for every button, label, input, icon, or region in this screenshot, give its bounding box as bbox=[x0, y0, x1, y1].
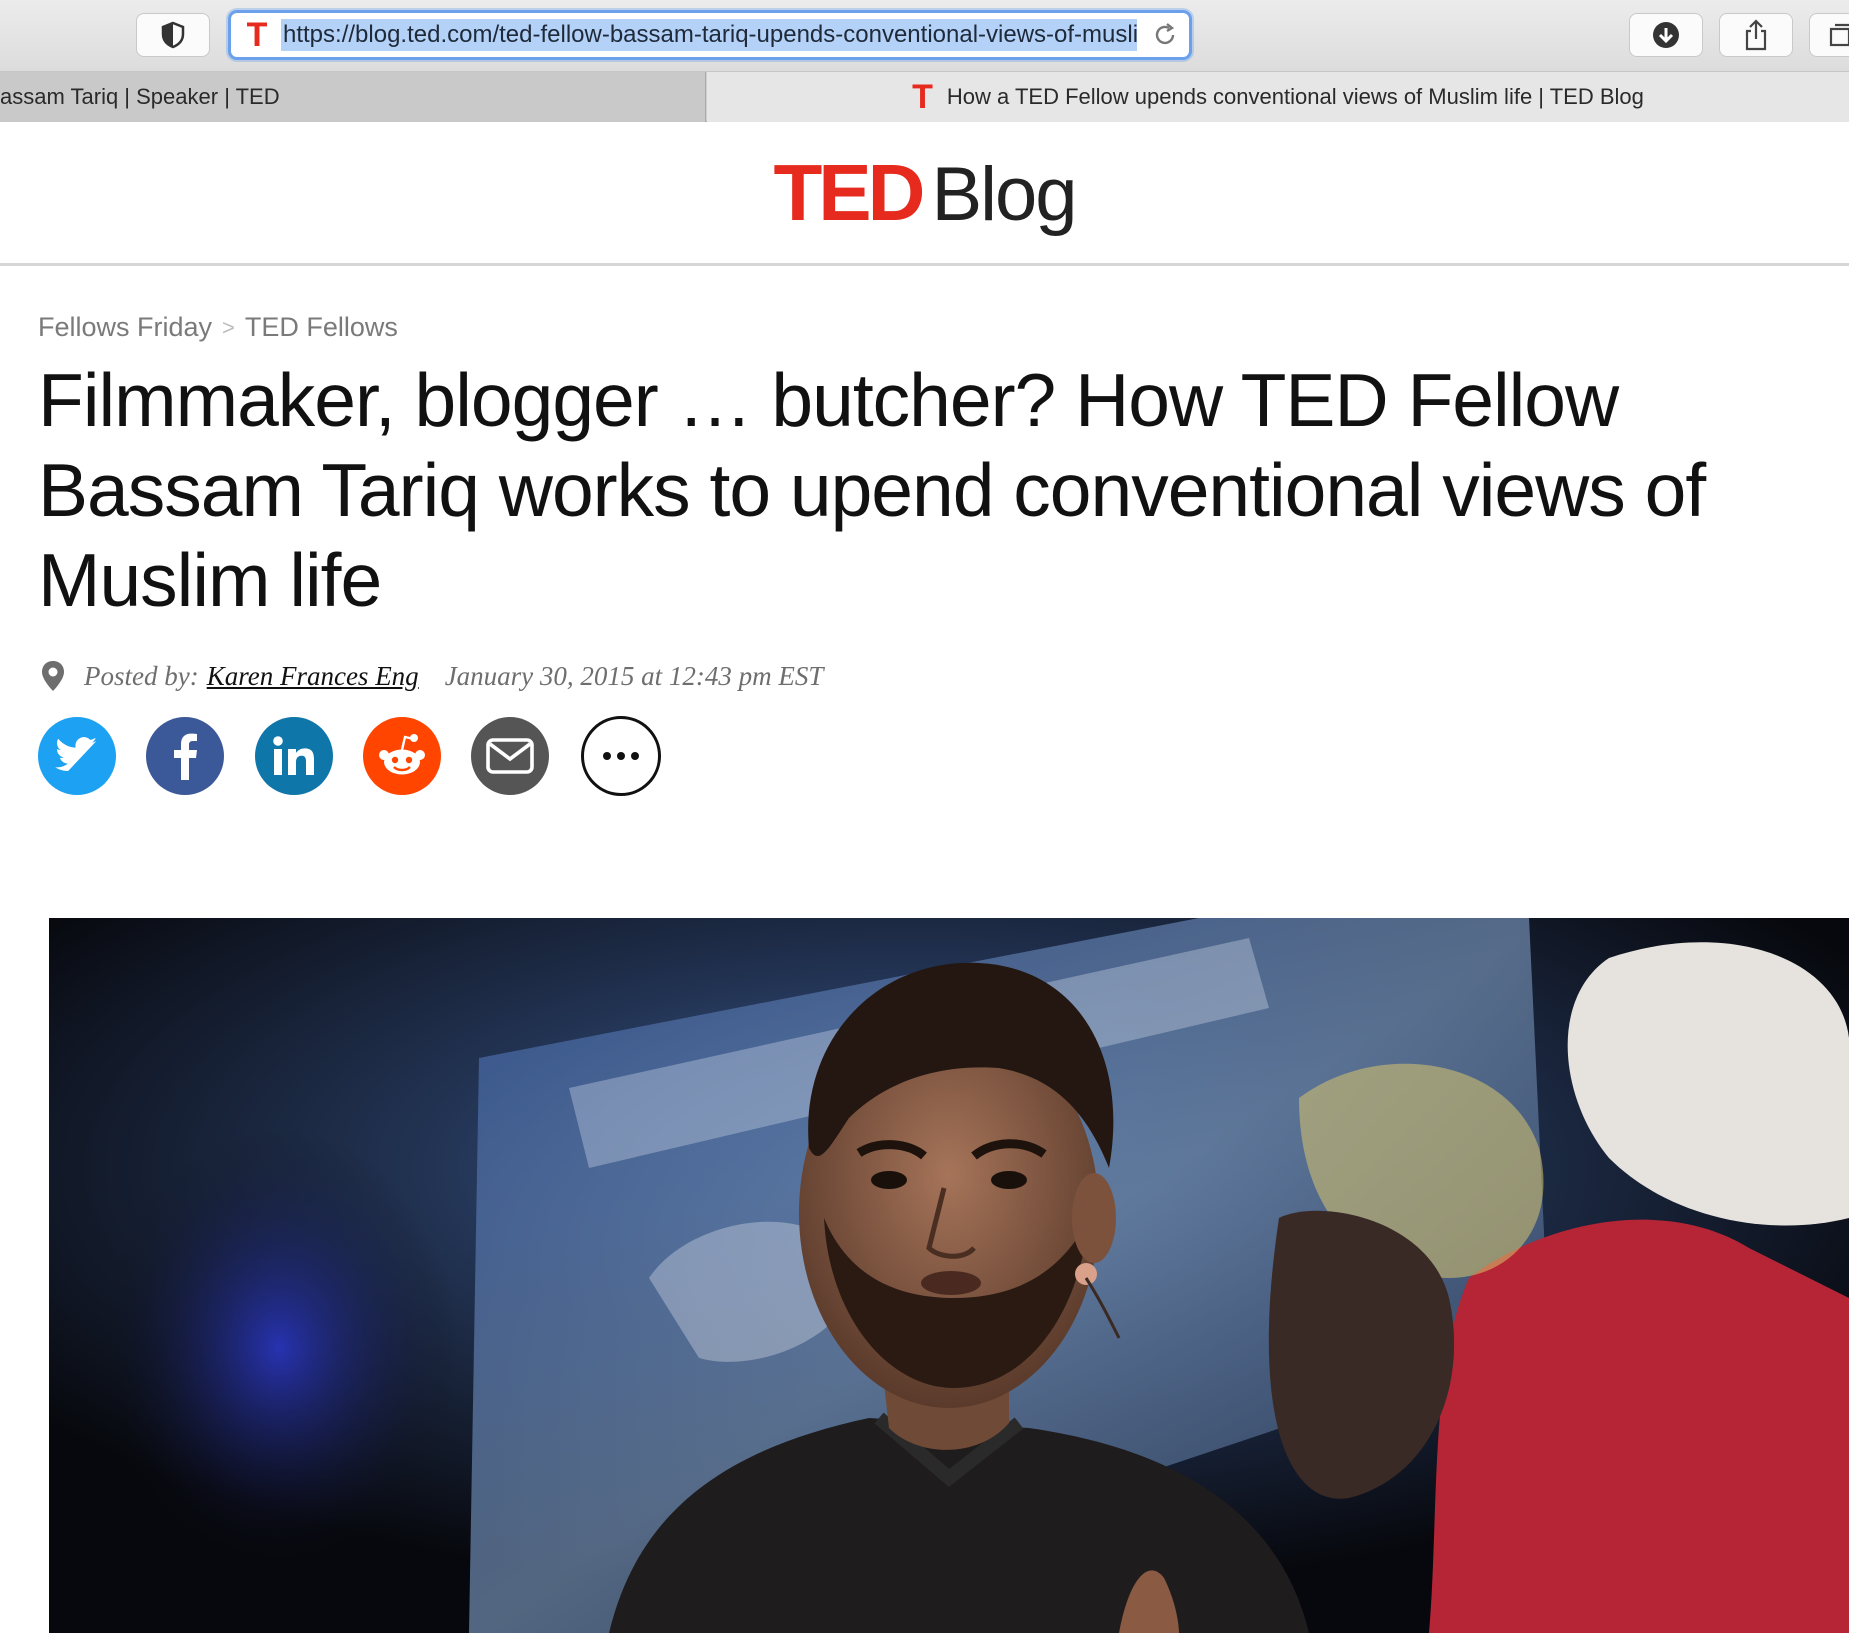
share-more-button[interactable] bbox=[581, 716, 661, 796]
tab-inactive[interactable]: assam Tariq | Speaker | TED bbox=[0, 72, 706, 122]
address-bar[interactable]: T https://blog.ted.com/ted-fellow-bassam… bbox=[228, 10, 1192, 60]
browser-toolbar: T https://blog.ted.com/ted-fellow-bassam… bbox=[0, 0, 1849, 72]
reload-icon bbox=[1155, 23, 1175, 45]
hero-image bbox=[49, 918, 1849, 1633]
share-reddit-button[interactable] bbox=[363, 717, 441, 795]
share-facebook-button[interactable] bbox=[146, 717, 224, 795]
tab-title: assam Tariq | Speaker | TED bbox=[0, 84, 280, 109]
linkedin-in-icon bbox=[273, 736, 314, 775]
location-pin-icon bbox=[42, 661, 64, 691]
logo-ted: TED bbox=[773, 148, 925, 237]
speaker-photo bbox=[49, 918, 1849, 1633]
site-header: TED Blog bbox=[0, 123, 1849, 266]
breadcrumb-separator: > bbox=[222, 314, 235, 340]
ted-favicon: T bbox=[912, 78, 933, 116]
posted-by-label: Posted by: bbox=[84, 660, 199, 691]
tab-active[interactable]: T How a TED Fellow upends conventional v… bbox=[707, 72, 1849, 122]
share-linkedin-button[interactable] bbox=[255, 717, 333, 795]
share-email-button[interactable] bbox=[471, 717, 549, 795]
breadcrumb: Fellows Friday > TED Fellows bbox=[38, 312, 398, 343]
byline: Posted by: Karen Frances Eng January 30,… bbox=[40, 660, 823, 692]
author-link[interactable]: Karen Frances Eng bbox=[207, 661, 419, 692]
shield-icon bbox=[161, 21, 185, 49]
privacy-shield-button[interactable] bbox=[136, 13, 210, 57]
breadcrumb-current-link[interactable]: TED Fellows bbox=[245, 312, 398, 343]
twitter-bird-icon bbox=[55, 737, 97, 772]
share-twitter-button[interactable] bbox=[38, 717, 116, 795]
download-icon bbox=[1653, 22, 1679, 48]
logo-blog: Blog bbox=[931, 152, 1077, 237]
reload-button[interactable] bbox=[1145, 15, 1185, 55]
url-text[interactable]: https://blog.ted.com/ted-fellow-bassam-t… bbox=[281, 19, 1137, 51]
publish-date: January 30, 2015 at 12:43 pm EST bbox=[444, 660, 824, 691]
ellipsis-icon bbox=[603, 752, 639, 760]
facebook-f-icon bbox=[174, 733, 197, 780]
tab-title: How a TED Fellow upends conventional vie… bbox=[946, 84, 1644, 109]
breadcrumb-parent-link[interactable]: Fellows Friday bbox=[38, 312, 212, 343]
tab-bar: assam Tariq | Speaker | TED T How a TED … bbox=[0, 72, 1849, 122]
envelope-icon bbox=[486, 738, 534, 774]
ted-favicon: T bbox=[246, 16, 268, 54]
tabs-icon bbox=[1829, 23, 1849, 47]
ted-blog-logo[interactable]: TED Blog bbox=[773, 148, 1077, 237]
share-page-button[interactable] bbox=[1719, 13, 1793, 57]
downloads-button[interactable] bbox=[1629, 13, 1703, 57]
article-title: Filmmaker, blogger … butcher? How TED Fe… bbox=[38, 358, 1706, 622]
reddit-alien-icon bbox=[379, 734, 425, 775]
tabs-overview-button[interactable] bbox=[1809, 13, 1849, 57]
share-icon bbox=[1745, 19, 1767, 51]
